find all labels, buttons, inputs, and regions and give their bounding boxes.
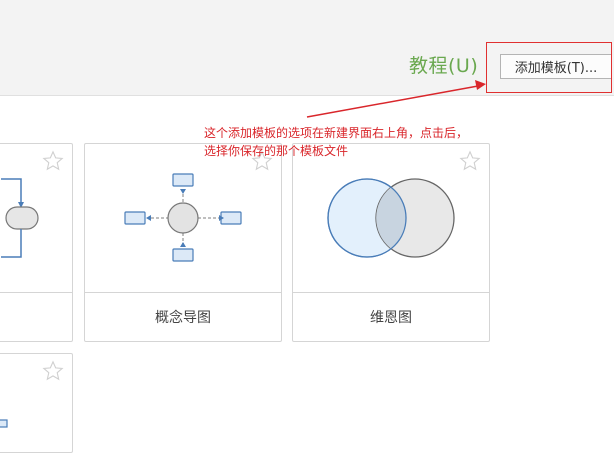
annotation-text: 这个添加模板的选项在新建界面右上角，点击后， 选择你保存的那个模板文件: [204, 126, 469, 158]
template-card-venn[interactable]: 维恩图: [292, 143, 490, 342]
add-template-button[interactable]: 添加模板(T)...: [500, 54, 612, 79]
top-toolbar: 教程(U) 添加模板(T)...: [0, 0, 614, 96]
star-icon[interactable]: [42, 150, 64, 172]
template-card-concept-map[interactable]: 概念导图: [84, 143, 282, 342]
star-icon[interactable]: [42, 360, 64, 382]
template-card-partial[interactable]: [0, 353, 73, 453]
template-card-label: [0, 292, 72, 341]
tutorial-link[interactable]: 教程(U): [409, 51, 478, 78]
template-card-label: [0, 444, 72, 452]
template-card-label: 概念导图: [155, 309, 211, 326]
template-card-label: 维恩图: [370, 309, 412, 326]
template-card-flowchart[interactable]: [0, 143, 73, 342]
